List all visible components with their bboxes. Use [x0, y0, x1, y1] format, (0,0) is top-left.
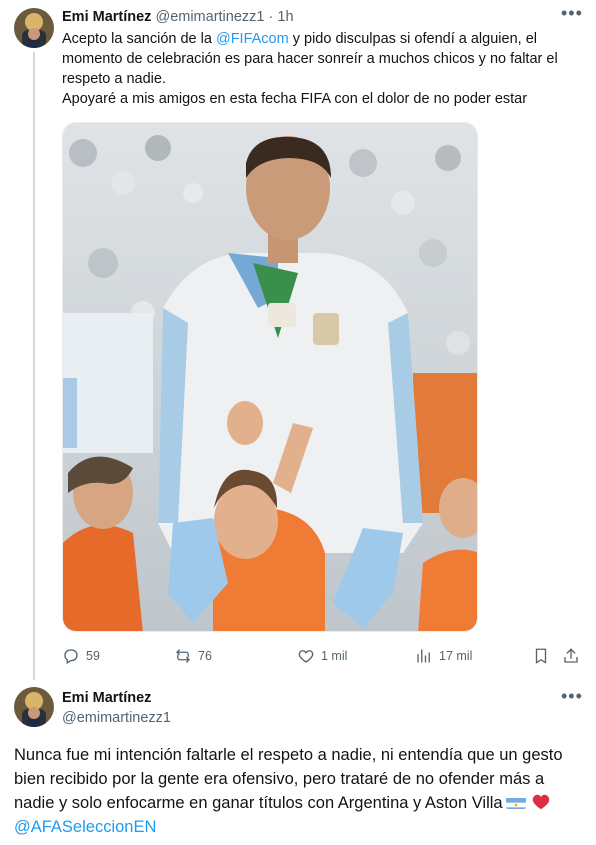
share-icon	[564, 648, 578, 663]
avatar[interactable]	[14, 687, 54, 727]
reply-icon	[64, 649, 78, 664]
tweet-header: Emi Martínez @emimartinezz1 · 1h	[62, 8, 294, 27]
thread-line	[33, 52, 35, 680]
author-name[interactable]: Emi Martínez	[62, 689, 151, 707]
views-button[interactable]: 17 mil	[415, 645, 472, 667]
argentina-flag-icon	[505, 795, 526, 809]
tweet-actions: 59 76 1 mil 17 mil	[62, 645, 587, 667]
tweet-text: Acepto la sanción de la @FIFAcom y pido …	[62, 29, 582, 109]
separator-dot: ·	[268, 9, 274, 25]
avatar[interactable]	[14, 8, 54, 48]
timestamp[interactable]: 1h	[277, 9, 293, 25]
reply-button[interactable]: 59	[62, 645, 100, 667]
more-icon[interactable]: •••	[561, 4, 583, 22]
tweet-text-line: Apoyaré a mis amigos en esta fecha FIFA …	[62, 91, 528, 107]
red-heart-icon	[532, 793, 550, 810]
retweet-count: 76	[198, 649, 212, 663]
tweet-text-body: Nunca fue mi intención faltarle el respe…	[14, 746, 563, 812]
mention-link[interactable]: @FIFAcom	[216, 31, 289, 47]
retweet-button[interactable]: 76	[174, 645, 212, 667]
bookmark-button[interactable]	[532, 645, 550, 667]
views-count: 17 mil	[439, 649, 473, 663]
author-handle[interactable]: @emimartinezz1	[155, 9, 264, 25]
author-handle[interactable]: @emimartinezz1	[62, 709, 171, 727]
more-icon[interactable]: •••	[561, 687, 583, 705]
mention-link[interactable]: @AFASeleccionEN	[14, 818, 156, 836]
tweet-photo[interactable]	[62, 122, 478, 632]
tweet-text-part: Acepto la sanción de la	[62, 31, 216, 47]
retweet-icon	[176, 649, 190, 663]
like-count: 1 mil	[321, 649, 348, 663]
reply-count: 59	[86, 649, 100, 663]
bookmark-icon	[535, 648, 547, 664]
views-icon	[417, 649, 430, 663]
like-icon	[298, 650, 314, 663]
author-name[interactable]: Emi Martínez	[62, 9, 151, 25]
share-button[interactable]	[562, 645, 580, 667]
tweet-text: Nunca fue mi intención faltarle el respe…	[14, 743, 584, 839]
like-button[interactable]: 1 mil	[297, 645, 347, 667]
